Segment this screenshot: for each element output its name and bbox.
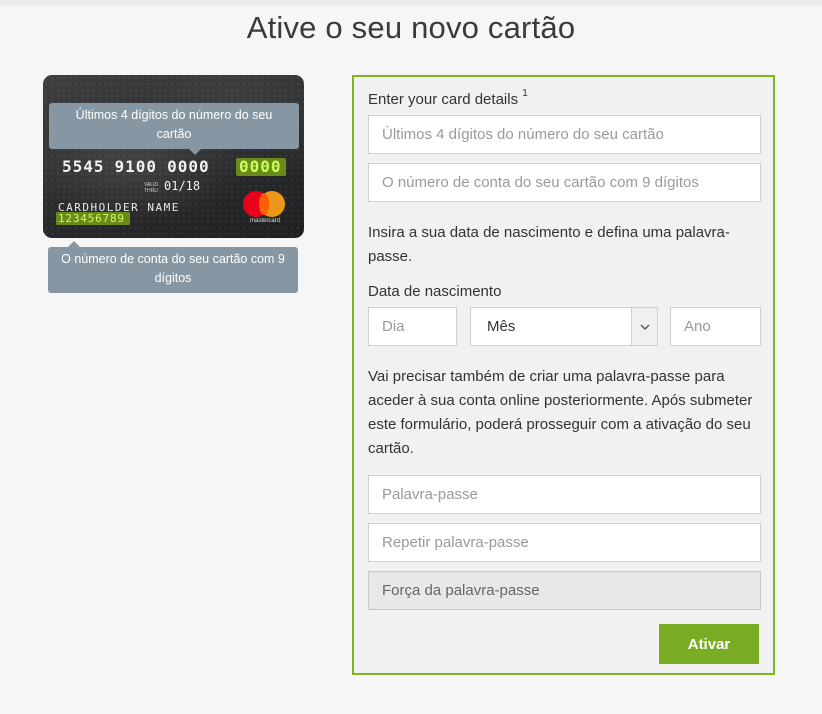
card-last4: 0000 [239,157,282,176]
chevron-down-icon[interactable] [631,308,657,345]
password-input[interactable] [368,475,761,514]
activate-button[interactable]: Ativar [659,624,759,664]
dob-intro-text: Insira a sua data de nascimento e defina… [368,224,730,265]
card-number-group: 0000 [167,157,210,176]
card-details-text: Enter your card details [368,91,519,108]
valid-thru-label: VALID THRU [144,182,159,194]
card-number: 5545 9100 0000 [62,157,220,176]
year-input[interactable] [670,307,761,346]
activation-form: Enter your card details 1 Insira a sua d… [352,75,775,675]
tooltip-last4: Últimos 4 dígitos do número do seu cartã… [49,103,299,155]
card-number-group: 5545 [62,157,105,176]
mastercard-logo-icon: mastercard [242,189,288,225]
card-illustration: 5545 9100 0000 0000 VALID THRU 01/18 CARDH… [43,75,304,238]
footnote-marker: 1 [522,88,528,99]
card-expiry: 01/18 [164,179,201,193]
brand-wordmark: mastercard [249,218,280,224]
repeat-password-input[interactable] [368,523,761,562]
account-number-input[interactable] [368,163,761,202]
tooltip-account-number: O número de conta do seu cartão com 9 dí… [48,241,298,293]
month-select-value: Mês [487,318,516,335]
card-number-group: 9100 [114,157,158,176]
last4-input[interactable] [368,115,761,154]
card-account-number: 123456789 [58,212,125,225]
page-title: Ative o seu novo cartão [246,10,576,45]
top-strip [0,0,822,6]
dob-label: Data de nascimento [368,283,502,300]
password-intro-text: Vai precisar também de criar uma palavra… [368,368,753,457]
card-details-label: Enter your card details 1 [368,88,528,108]
password-strength-field [368,571,761,610]
month-select[interactable]: Mês [470,307,658,346]
day-input[interactable] [368,307,457,346]
